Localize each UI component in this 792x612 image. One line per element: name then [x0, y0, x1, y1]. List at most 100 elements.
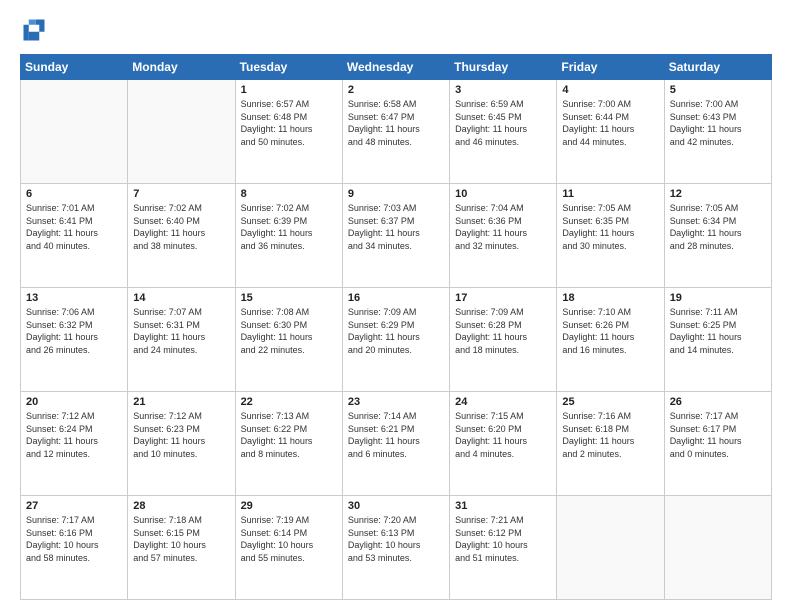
day-detail: Sunrise: 6:58 AM Sunset: 6:47 PM Dayligh…: [348, 98, 444, 148]
day-number: 24: [455, 396, 551, 408]
day-detail: Sunrise: 7:15 AM Sunset: 6:20 PM Dayligh…: [455, 410, 551, 460]
calendar-cell: 28 Sunrise: 7:18 AM Sunset: 6:15 PM Dayli…: [128, 496, 235, 600]
calendar-header-thursday: Thursday: [450, 55, 557, 80]
calendar-cell: 15 Sunrise: 7:08 AM Sunset: 6:30 PM Dayli…: [235, 288, 342, 392]
calendar-cell: 5 Sunrise: 7:00 AM Sunset: 6:43 PM Daylig…: [664, 80, 771, 184]
day-detail: Sunrise: 7:17 AM Sunset: 6:17 PM Dayligh…: [670, 410, 766, 460]
day-number: 31: [455, 500, 551, 512]
day-detail: Sunrise: 7:01 AM Sunset: 6:41 PM Dayligh…: [26, 202, 122, 252]
calendar-cell: 13 Sunrise: 7:06 AM Sunset: 6:32 PM Dayli…: [21, 288, 128, 392]
calendar-cell: 1Sunrise: 6:57 AM Sunset: 6:48 PM Daylig…: [235, 80, 342, 184]
day-number: 18: [562, 292, 658, 304]
day-detail: Sunrise: 7:05 AM Sunset: 6:34 PM Dayligh…: [670, 202, 766, 252]
day-detail: Sunrise: 7:17 AM Sunset: 6:16 PM Dayligh…: [26, 514, 122, 564]
day-detail: Sunrise: 7:05 AM Sunset: 6:35 PM Dayligh…: [562, 202, 658, 252]
calendar-cell: 14 Sunrise: 7:07 AM Sunset: 6:31 PM Dayli…: [128, 288, 235, 392]
calendar-cell: 7 Sunrise: 7:02 AM Sunset: 6:40 PM Daylig…: [128, 184, 235, 288]
day-detail: Sunrise: 7:20 AM Sunset: 6:13 PM Dayligh…: [348, 514, 444, 564]
calendar-cell: 22 Sunrise: 7:13 AM Sunset: 6:22 PM Dayli…: [235, 392, 342, 496]
day-number: 13: [26, 292, 122, 304]
page: SundayMondayTuesdayWednesdayThursdayFrid…: [0, 0, 792, 612]
day-number: 21: [133, 396, 229, 408]
calendar-cell: 27 Sunrise: 7:17 AM Sunset: 6:16 PM Dayli…: [21, 496, 128, 600]
calendar-header-wednesday: Wednesday: [342, 55, 449, 80]
day-detail: Sunrise: 7:10 AM Sunset: 6:26 PM Dayligh…: [562, 306, 658, 356]
calendar-header-saturday: Saturday: [664, 55, 771, 80]
day-number: 30: [348, 500, 444, 512]
day-detail: Sunrise: 7:12 AM Sunset: 6:23 PM Dayligh…: [133, 410, 229, 460]
calendar-cell: 19 Sunrise: 7:11 AM Sunset: 6:25 PM Dayli…: [664, 288, 771, 392]
calendar-cell: 25Sunrise: 7:16 AM Sunset: 6:18 PM Dayli…: [557, 392, 664, 496]
calendar-cell: 3 Sunrise: 6:59 AM Sunset: 6:45 PM Daylig…: [450, 80, 557, 184]
calendar-cell: 11 Sunrise: 7:05 AM Sunset: 6:35 PM Dayli…: [557, 184, 664, 288]
day-number: 8: [241, 188, 337, 200]
calendar-cell: 31 Sunrise: 7:21 AM Sunset: 6:12 PM Dayli…: [450, 496, 557, 600]
calendar-cell: 21 Sunrise: 7:12 AM Sunset: 6:23 PM Dayli…: [128, 392, 235, 496]
day-detail: Sunrise: 7:11 AM Sunset: 6:25 PM Dayligh…: [670, 306, 766, 356]
calendar-week-row: 20Sunrise: 7:12 AM Sunset: 6:24 PM Dayli…: [21, 392, 772, 496]
day-detail: Sunrise: 7:18 AM Sunset: 6:15 PM Dayligh…: [133, 514, 229, 564]
day-number: 11: [562, 188, 658, 200]
calendar-cell: 18 Sunrise: 7:10 AM Sunset: 6:26 PM Dayli…: [557, 288, 664, 392]
calendar-cell: [21, 80, 128, 184]
calendar-cell: [128, 80, 235, 184]
day-number: 19: [670, 292, 766, 304]
calendar-table: SundayMondayTuesdayWednesdayThursdayFrid…: [20, 54, 772, 600]
day-number: 4: [562, 84, 658, 96]
day-detail: Sunrise: 7:19 AM Sunset: 6:14 PM Dayligh…: [241, 514, 337, 564]
calendar-header-row: SundayMondayTuesdayWednesdayThursdayFrid…: [21, 55, 772, 80]
day-number: 27: [26, 500, 122, 512]
calendar-week-row: 1Sunrise: 6:57 AM Sunset: 6:48 PM Daylig…: [21, 80, 772, 184]
day-number: 1: [241, 84, 337, 96]
day-number: 6: [26, 188, 122, 200]
calendar-cell: [557, 496, 664, 600]
day-detail: Sunrise: 7:08 AM Sunset: 6:30 PM Dayligh…: [241, 306, 337, 356]
day-number: 7: [133, 188, 229, 200]
day-number: 16: [348, 292, 444, 304]
day-number: 14: [133, 292, 229, 304]
calendar-cell: 29Sunrise: 7:19 AM Sunset: 6:14 PM Dayli…: [235, 496, 342, 600]
calendar-header-monday: Monday: [128, 55, 235, 80]
day-detail: Sunrise: 7:13 AM Sunset: 6:22 PM Dayligh…: [241, 410, 337, 460]
calendar-cell: [664, 496, 771, 600]
day-detail: Sunrise: 7:04 AM Sunset: 6:36 PM Dayligh…: [455, 202, 551, 252]
day-number: 26: [670, 396, 766, 408]
day-number: 12: [670, 188, 766, 200]
day-number: 5: [670, 84, 766, 96]
day-detail: Sunrise: 7:00 AM Sunset: 6:43 PM Dayligh…: [670, 98, 766, 148]
day-detail: Sunrise: 7:02 AM Sunset: 6:40 PM Dayligh…: [133, 202, 229, 252]
day-detail: Sunrise: 7:21 AM Sunset: 6:12 PM Dayligh…: [455, 514, 551, 564]
calendar-cell: 4 Sunrise: 7:00 AM Sunset: 6:44 PM Daylig…: [557, 80, 664, 184]
calendar-cell: 9 Sunrise: 7:03 AM Sunset: 6:37 PM Daylig…: [342, 184, 449, 288]
day-detail: Sunrise: 7:03 AM Sunset: 6:37 PM Dayligh…: [348, 202, 444, 252]
day-number: 9: [348, 188, 444, 200]
logo-icon: [20, 16, 48, 44]
day-detail: Sunrise: 7:16 AM Sunset: 6:18 PM Dayligh…: [562, 410, 658, 460]
day-detail: Sunrise: 7:06 AM Sunset: 6:32 PM Dayligh…: [26, 306, 122, 356]
calendar-cell: 8 Sunrise: 7:02 AM Sunset: 6:39 PM Daylig…: [235, 184, 342, 288]
calendar-cell: 26 Sunrise: 7:17 AM Sunset: 6:17 PM Dayli…: [664, 392, 771, 496]
calendar-header-friday: Friday: [557, 55, 664, 80]
calendar-cell: 2 Sunrise: 6:58 AM Sunset: 6:47 PM Daylig…: [342, 80, 449, 184]
day-number: 2: [348, 84, 444, 96]
day-number: 3: [455, 84, 551, 96]
day-detail: Sunrise: 6:59 AM Sunset: 6:45 PM Dayligh…: [455, 98, 551, 148]
calendar-cell: 6 Sunrise: 7:01 AM Sunset: 6:41 PM Daylig…: [21, 184, 128, 288]
day-detail: Sunrise: 7:02 AM Sunset: 6:39 PM Dayligh…: [241, 202, 337, 252]
day-number: 15: [241, 292, 337, 304]
day-number: 28: [133, 500, 229, 512]
calendar-cell: 20Sunrise: 7:12 AM Sunset: 6:24 PM Dayli…: [21, 392, 128, 496]
day-detail: Sunrise: 7:00 AM Sunset: 6:44 PM Dayligh…: [562, 98, 658, 148]
calendar-cell: 12 Sunrise: 7:05 AM Sunset: 6:34 PM Dayli…: [664, 184, 771, 288]
calendar-cell: 16Sunrise: 7:09 AM Sunset: 6:29 PM Dayli…: [342, 288, 449, 392]
calendar-week-row: 6 Sunrise: 7:01 AM Sunset: 6:41 PM Daylig…: [21, 184, 772, 288]
calendar-cell: 10 Sunrise: 7:04 AM Sunset: 6:36 PM Dayli…: [450, 184, 557, 288]
day-number: 10: [455, 188, 551, 200]
day-detail: Sunrise: 7:12 AM Sunset: 6:24 PM Dayligh…: [26, 410, 122, 460]
calendar-week-row: 13 Sunrise: 7:06 AM Sunset: 6:32 PM Dayli…: [21, 288, 772, 392]
day-number: 17: [455, 292, 551, 304]
day-number: 22: [241, 396, 337, 408]
day-detail: Sunrise: 7:09 AM Sunset: 6:28 PM Dayligh…: [455, 306, 551, 356]
logo: [20, 16, 52, 44]
day-detail: Sunrise: 7:07 AM Sunset: 6:31 PM Dayligh…: [133, 306, 229, 356]
